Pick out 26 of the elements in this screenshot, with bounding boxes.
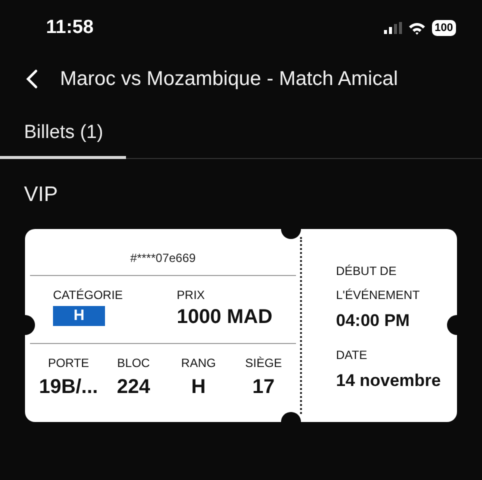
- category-label: CATÉGORIE: [53, 288, 123, 302]
- category-badge: H: [53, 306, 105, 326]
- start-time: 04:00 PM: [336, 311, 411, 331]
- back-icon[interactable]: [26, 69, 38, 89]
- detail-value: 17: [252, 376, 275, 399]
- detail-value: 224: [116, 376, 150, 399]
- page-title: Maroc vs Mozambique - Match Amical: [60, 68, 398, 90]
- detail-label: PORTE: [48, 356, 90, 370]
- price-value: 1000 MAD: [176, 306, 272, 329]
- detail-label: RANG: [181, 356, 216, 370]
- detail-label: BLOC: [117, 356, 150, 370]
- date-label: DATE: [336, 347, 368, 364]
- date-value: 14 novembre: [336, 371, 441, 391]
- start-label: DÉBUT DE: [336, 263, 398, 280]
- tab[interactable]: Billets (1): [0, 114, 126, 159]
- detail-label: SIÈGE: [245, 356, 282, 370]
- start-label: L'ÉVÉNEMENT: [336, 287, 421, 304]
- signal-icon: [384, 22, 402, 34]
- battery-level: 100: [432, 20, 456, 36]
- detail-value: 19B/...: [39, 376, 98, 399]
- price-label: PRIX: [176, 288, 206, 302]
- status-time: 11:58: [46, 17, 94, 39]
- detail-value: H: [191, 376, 206, 399]
- wifi-icon: [408, 22, 426, 34]
- ticket-number: #****07e669: [30, 229, 296, 276]
- section-title: VIP: [23, 182, 59, 207]
